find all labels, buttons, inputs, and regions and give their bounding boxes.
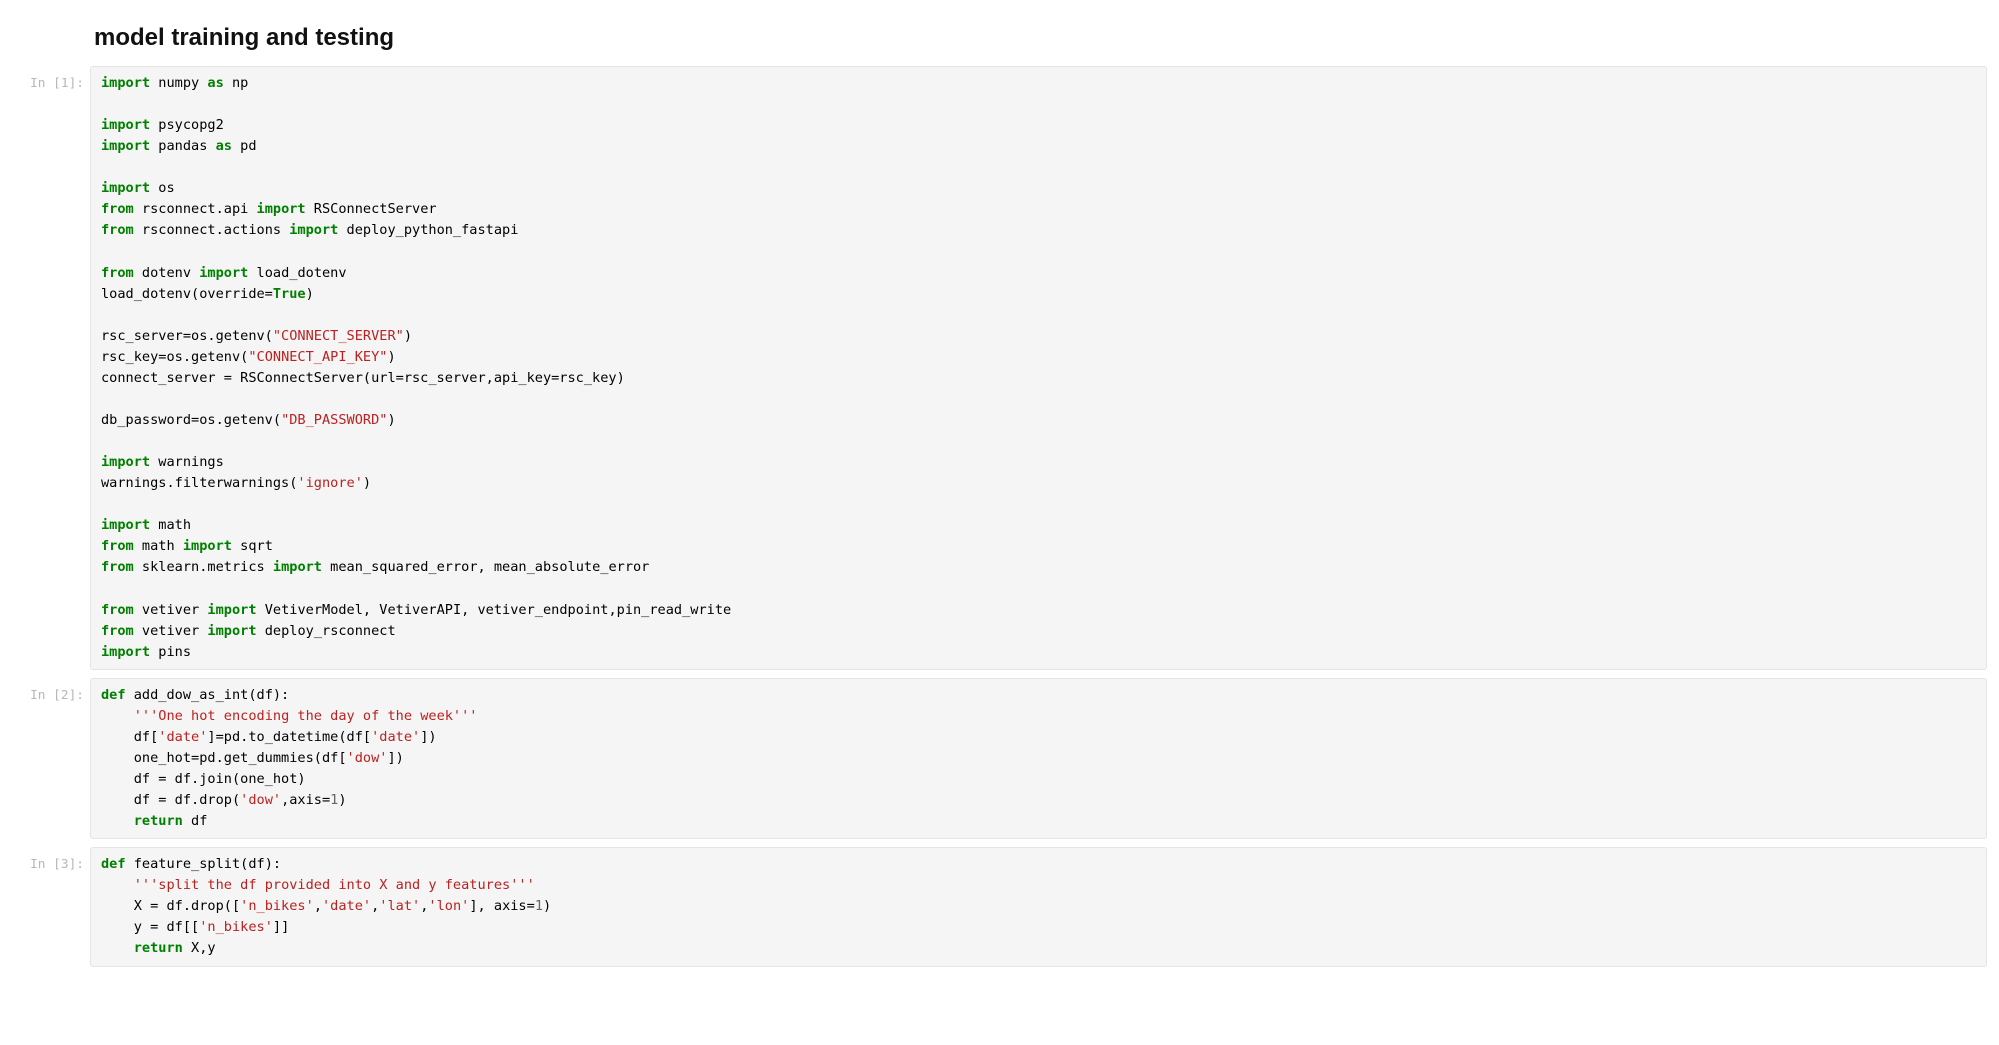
input-area-1[interactable]: import numpy as np import psycopg2 impor… bbox=[90, 66, 1987, 670]
code-block-2[interactable]: def add_dow_as_int(df): '''One hot encod… bbox=[101, 685, 1976, 832]
code-cell-1[interactable]: In [1]: import numpy as np import psycop… bbox=[12, 66, 1987, 670]
code-cell-3[interactable]: In [3]: def feature_split(df): '''split … bbox=[12, 847, 1987, 966]
input-prompt-1: In [1]: bbox=[12, 66, 90, 670]
input-prompt-3: In [3]: bbox=[12, 847, 90, 966]
code-block-3[interactable]: def feature_split(df): '''split the df p… bbox=[101, 854, 1976, 959]
input-prompt-2: In [2]: bbox=[12, 678, 90, 839]
notebook: model training and testing In [1]: impor… bbox=[0, 24, 1999, 999]
markdown-cell: model training and testing bbox=[94, 24, 1987, 52]
input-area-3[interactable]: def feature_split(df): '''split the df p… bbox=[90, 847, 1987, 966]
input-area-2[interactable]: def add_dow_as_int(df): '''One hot encod… bbox=[90, 678, 1987, 839]
heading: model training and testing bbox=[94, 24, 1987, 52]
code-block-1[interactable]: import numpy as np import psycopg2 impor… bbox=[101, 73, 1976, 663]
code-cell-2[interactable]: In [2]: def add_dow_as_int(df): '''One h… bbox=[12, 678, 1987, 839]
